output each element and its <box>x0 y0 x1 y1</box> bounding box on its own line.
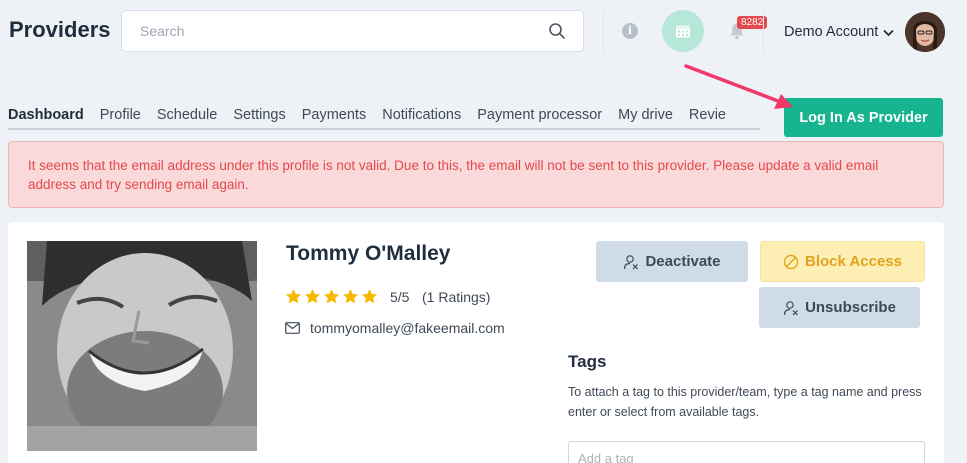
deactivate-label: Deactivate <box>645 253 721 270</box>
header-divider <box>603 10 604 52</box>
provider-photo <box>27 241 257 451</box>
tags-help-text: To attach a tag to this provider/team, t… <box>568 385 922 419</box>
user-x-icon <box>624 254 639 269</box>
block-access-label: Block Access <box>804 253 902 270</box>
tab-reviews[interactable]: Revie <box>689 107 726 128</box>
star-icon <box>361 288 378 305</box>
rating-value: 5/5 <box>390 289 410 305</box>
unsubscribe-label: Unsubscribe <box>805 299 896 316</box>
tab-notifications[interactable]: Notifications <box>382 107 461 128</box>
tab-schedule[interactable]: Schedule <box>157 107 217 128</box>
block-access-button[interactable]: Block Access <box>760 241 925 282</box>
page-title: Providers <box>9 17 111 42</box>
tab-dashboard[interactable]: Dashboard <box>8 107 84 128</box>
header-divider <box>763 10 764 52</box>
log-in-as-provider-button[interactable]: Log In As Provider <box>784 98 943 137</box>
tab-my-drive[interactable]: My drive <box>618 107 673 128</box>
tag-input[interactable] <box>568 441 925 463</box>
block-icon <box>783 254 799 269</box>
star-icon <box>342 288 359 305</box>
tab-payment-processor[interactable]: Payment processor <box>477 107 602 128</box>
tab-profile[interactable]: Profile <box>100 107 141 128</box>
avatar[interactable] <box>905 12 945 52</box>
tab-payments[interactable]: Payments <box>302 107 366 128</box>
invalid-email-alert: It seems that the email address under th… <box>8 141 944 208</box>
unsubscribe-button[interactable]: Unsubscribe <box>759 287 920 328</box>
provider-name: Tommy O'Malley <box>286 242 451 265</box>
star-icon <box>323 288 340 305</box>
info-icon[interactable]: i <box>622 23 638 39</box>
search-input[interactable] <box>122 11 542 51</box>
calendar-icon <box>676 25 690 38</box>
star-icon <box>285 288 302 305</box>
rating-count: (1 Ratings) <box>422 289 491 305</box>
star-icon <box>304 288 321 305</box>
calendar-button[interactable] <box>662 10 704 52</box>
account-menu[interactable]: Demo Account <box>784 24 878 40</box>
provider-email: tommyomalley@fakeemail.com <box>310 320 505 336</box>
star-rating <box>285 288 380 306</box>
deactivate-button[interactable]: Deactivate <box>596 241 748 282</box>
mail-icon <box>285 322 300 334</box>
tab-bar: Dashboard Profile Schedule Settings Payments… <box>8 106 760 130</box>
chevron-down-icon[interactable] <box>883 29 894 37</box>
tab-settings[interactable]: Settings <box>233 107 285 128</box>
search-icon[interactable] <box>548 22 566 40</box>
tags-heading: Tags <box>568 352 607 371</box>
user-x-icon <box>783 300 798 315</box>
search-box[interactable] <box>121 10 584 52</box>
